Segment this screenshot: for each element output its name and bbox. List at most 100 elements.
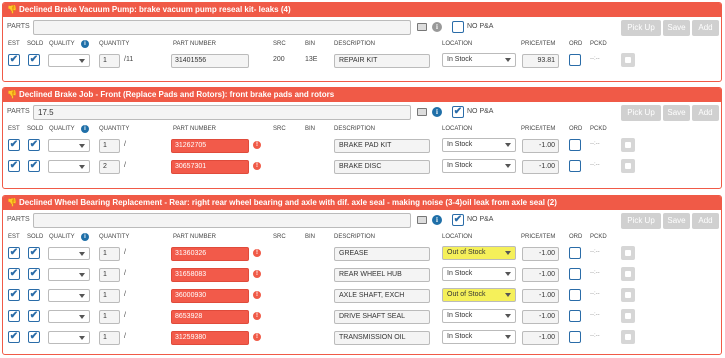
est-checkbox[interactable]: ✔ [8,139,20,151]
trash-icon[interactable] [621,330,635,344]
trash-icon[interactable] [621,53,635,67]
info-icon[interactable]: i [432,215,442,225]
est-checkbox[interactable]: ✔ [8,268,20,280]
ord-checkbox[interactable] [569,331,581,343]
description-input[interactable]: AXLE SHAFT, EXCH [334,289,430,303]
est-checkbox[interactable]: ✔ [8,54,20,66]
description-input[interactable]: TRANSMISSION OIL [334,331,430,345]
quality-info-icon[interactable]: i [81,125,89,133]
description-input[interactable]: REPAIR KIT [334,54,430,68]
quantity-input[interactable]: 1 [99,289,120,303]
quality-select[interactable] [48,247,90,260]
quality-select[interactable] [48,54,90,67]
ord-checkbox[interactable] [569,247,581,259]
parts-input[interactable]: 17.5 [33,105,411,120]
quality-select[interactable] [48,289,90,302]
no-pa-checkbox[interactable]: ✔ [452,214,464,226]
est-checkbox[interactable]: ✔ [8,247,20,259]
description-input[interactable]: DRIVE SHAFT SEAL [334,310,430,324]
trash-icon[interactable] [621,309,635,323]
trash-icon[interactable] [621,288,635,302]
price-input[interactable]: -1.00 [522,160,559,174]
trash-icon[interactable] [621,159,635,173]
parts-input[interactable] [33,20,411,35]
info-icon[interactable]: i [432,107,442,117]
part-number-input[interactable]: 36000930 [171,289,249,303]
location-select[interactable]: Out of Stock [442,288,516,302]
location-select[interactable]: In Stock [442,309,516,323]
parts-input[interactable] [33,213,411,228]
description-input[interactable]: BRAKE DISC [334,160,430,174]
ord-checkbox[interactable] [569,310,581,322]
est-checkbox[interactable]: ✔ [8,289,20,301]
description-input[interactable]: BRAKE PAD KIT [334,139,430,153]
add-button[interactable]: Add [692,213,719,229]
description-input[interactable]: GREASE [334,247,430,261]
description-input[interactable]: REAR WHEEL HUB [334,268,430,282]
part-number-input[interactable]: 31401556 [171,54,249,68]
image-icon[interactable] [417,23,427,31]
add-button[interactable]: Add [692,105,719,121]
pickup-button[interactable]: Pick Up [621,105,661,121]
job-header[interactable]: 👎 Declined Brake Vacuum Pump: brake vacuu… [3,3,721,17]
location-select[interactable]: In Stock [442,159,516,173]
save-button[interactable]: Save [663,20,690,36]
price-input[interactable]: -1.00 [522,331,559,345]
no-pa-checkbox[interactable] [452,21,464,33]
quantity-input[interactable]: 2 [99,160,120,174]
ord-checkbox[interactable] [569,289,581,301]
location-select[interactable]: Out of Stock [442,246,516,260]
save-button[interactable]: Save [663,213,690,229]
ord-checkbox[interactable] [569,160,581,172]
quantity-input[interactable]: 1 [99,310,120,324]
part-number-input[interactable]: 30657301 [171,160,249,174]
location-select[interactable]: In Stock [442,53,516,67]
quantity-input[interactable]: 1 [99,268,120,282]
save-button[interactable]: Save [663,105,690,121]
part-number-input[interactable]: 31262705 [171,139,249,153]
sold-checkbox[interactable]: ✔ [28,268,40,280]
quality-select[interactable] [48,160,90,173]
quality-select[interactable] [48,268,90,281]
price-input[interactable]: 93.81 [522,54,559,68]
ord-checkbox[interactable] [569,268,581,280]
est-checkbox[interactable]: ✔ [8,310,20,322]
sold-checkbox[interactable]: ✔ [28,331,40,343]
sold-checkbox[interactable]: ✔ [28,139,40,151]
sold-checkbox[interactable]: ✔ [28,310,40,322]
sold-checkbox[interactable]: ✔ [28,289,40,301]
add-button[interactable]: Add [692,20,719,36]
trash-icon[interactable] [621,138,635,152]
quality-select[interactable] [48,331,90,344]
location-select[interactable]: In Stock [442,330,516,344]
part-number-input[interactable]: 31360326 [171,247,249,261]
est-checkbox[interactable]: ✔ [8,331,20,343]
quality-select[interactable] [48,139,90,152]
price-input[interactable]: -1.00 [522,310,559,324]
sold-checkbox[interactable]: ✔ [28,160,40,172]
job-header[interactable]: 👎 Declined Wheel Bearing Replacement - Re… [3,196,721,210]
job-header[interactable]: 👎 Declined Brake Job - Front (Replace Pad… [3,88,721,102]
quality-info-icon[interactable]: i [81,40,89,48]
price-input[interactable]: -1.00 [522,289,559,303]
no-pa-checkbox[interactable]: ✔ [452,106,464,118]
pickup-button[interactable]: Pick Up [621,20,661,36]
ord-checkbox[interactable] [569,54,581,66]
part-number-input[interactable]: 31658083 [171,268,249,282]
price-input[interactable]: -1.00 [522,247,559,261]
image-icon[interactable] [417,108,427,116]
quality-select[interactable] [48,310,90,323]
sold-checkbox[interactable]: ✔ [28,247,40,259]
part-number-input[interactable]: 31259380 [171,331,249,345]
info-icon[interactable]: i [432,22,442,32]
ord-checkbox[interactable] [569,139,581,151]
price-input[interactable]: -1.00 [522,139,559,153]
quantity-input[interactable]: 1 [99,54,120,68]
location-select[interactable]: In Stock [442,138,516,152]
sold-checkbox[interactable]: ✔ [28,54,40,66]
quantity-input[interactable]: 1 [99,331,120,345]
trash-icon[interactable] [621,267,635,281]
est-checkbox[interactable]: ✔ [8,160,20,172]
quality-info-icon[interactable]: i [81,233,89,241]
quantity-input[interactable]: 1 [99,247,120,261]
